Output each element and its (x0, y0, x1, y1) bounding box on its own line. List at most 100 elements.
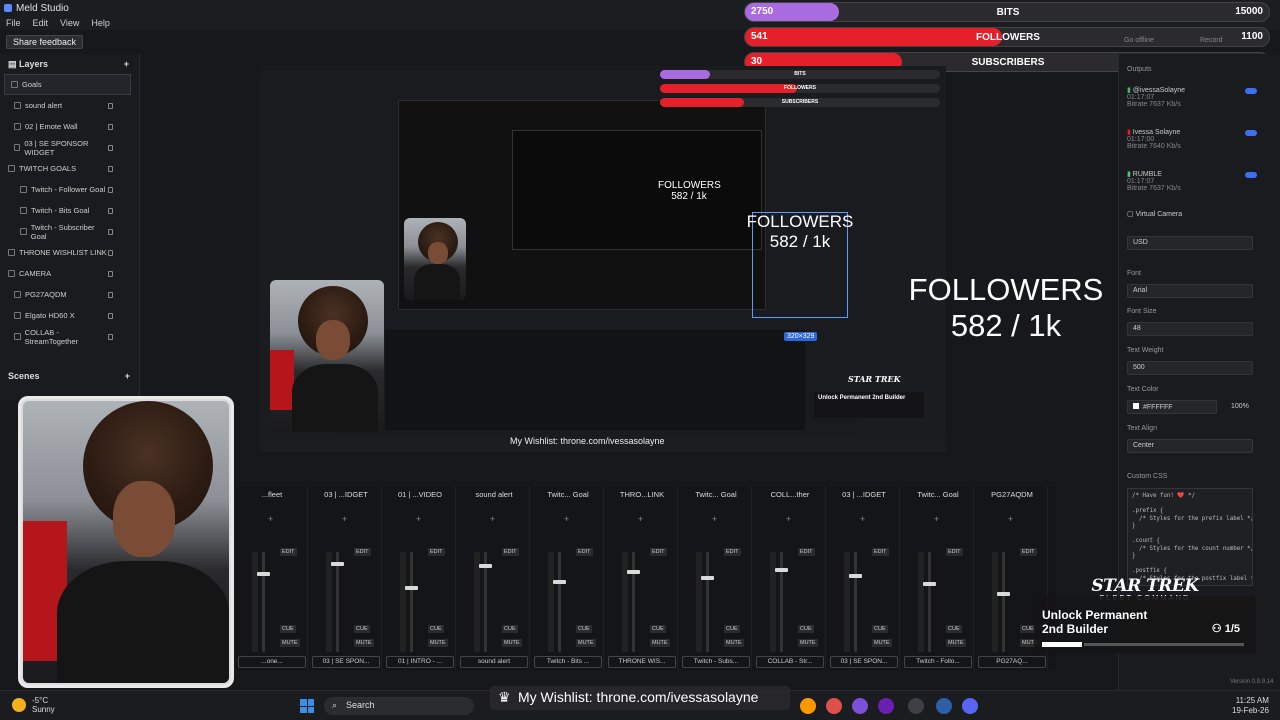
mute-button[interactable]: MUTE (946, 639, 966, 647)
channel-name[interactable]: COLL...ther (754, 490, 826, 499)
channel-name[interactable]: sound alert (458, 490, 530, 499)
menu-edit[interactable]: Edit (33, 18, 49, 28)
add-layer-button[interactable]: + (124, 59, 129, 69)
cue-button[interactable]: CUE (576, 625, 592, 633)
currency-select[interactable]: USD (1127, 236, 1253, 250)
volume-fader[interactable] (1002, 552, 1005, 652)
app-icon-1[interactable] (800, 698, 816, 714)
edit-button[interactable]: EDIT (428, 548, 445, 556)
fader-knob[interactable] (701, 576, 714, 580)
channel-name[interactable]: Twitc... Goal (532, 490, 604, 499)
menu-help[interactable]: Help (91, 18, 110, 28)
channel-source-select[interactable]: ...one... (238, 656, 306, 668)
channel-source-select[interactable]: PG27AQ... (978, 656, 1046, 668)
cue-button[interactable]: CUE (724, 625, 740, 633)
add-filter-button[interactable]: + (638, 514, 643, 524)
custom-css-editor[interactable]: /* Have fun! ❤️ */ .prefix { /* Styles f… (1127, 488, 1253, 586)
mute-button[interactable]: MUTE (502, 639, 522, 647)
share-feedback-button[interactable]: Share feedback (6, 35, 84, 49)
add-filter-button[interactable]: + (490, 514, 495, 524)
channel-name[interactable]: PG27AQDM (976, 490, 1048, 499)
channel-source-select[interactable]: Twitch - Bits ... (534, 656, 602, 668)
lock-icon[interactable] (108, 291, 113, 298)
app-icon-5[interactable] (908, 698, 924, 714)
mute-button[interactable]: MUTE (798, 639, 818, 647)
edit-button[interactable]: EDIT (1020, 548, 1037, 556)
cue-button[interactable]: CUE (428, 625, 444, 633)
channel-source-select[interactable]: 03 | SE SPON... (830, 656, 898, 668)
taskbar-clock[interactable]: 11:25 AM 19-Feb-26 (1232, 696, 1269, 716)
channel-name[interactable]: 03 | ...IDGET (310, 490, 382, 499)
lock-icon[interactable] (108, 312, 113, 319)
channel-name[interactable]: 03 | ...IDGET (828, 490, 900, 499)
channel-name[interactable]: 01 | ...VIDEO (384, 490, 456, 499)
channel-source-select[interactable]: THRONE WIS... (608, 656, 676, 668)
channel-name[interactable]: THRO...LINK (606, 490, 678, 499)
windows-start-icon[interactable] (300, 699, 314, 713)
volume-fader[interactable] (928, 552, 931, 652)
menu-view[interactable]: View (60, 18, 79, 28)
layer-item[interactable]: CAMERA (0, 263, 139, 284)
fader-knob[interactable] (331, 562, 344, 566)
add-filter-button[interactable]: + (712, 514, 717, 524)
fader-knob[interactable] (997, 592, 1010, 596)
go-offline-button[interactable]: Go offline (1124, 37, 1154, 44)
app-icon-2[interactable] (826, 698, 842, 714)
mute-button[interactable]: MUTE (576, 639, 596, 647)
virtual-camera-item[interactable]: ▢ Virtual Camera (1127, 210, 1257, 218)
edit-button[interactable]: EDIT (798, 548, 815, 556)
cue-button[interactable]: CUE (946, 625, 962, 633)
cue-button[interactable]: CUE (354, 625, 370, 633)
cue-button[interactable]: CUE (798, 625, 814, 633)
lock-icon[interactable] (108, 144, 113, 151)
weather-widget[interactable]: -5°C Sunny (12, 696, 55, 714)
mute-button[interactable]: MUTE (650, 639, 670, 647)
cue-button[interactable]: CUE (650, 625, 666, 633)
channel-source-select[interactable]: Twitch - Subs... (682, 656, 750, 668)
layer-item[interactable]: PG27AQDM (0, 284, 139, 305)
lock-icon[interactable] (108, 270, 113, 277)
text-color-input[interactable]: #FFFFFF (1127, 400, 1217, 414)
channel-source-select[interactable]: 01 | INTRO - ... (386, 656, 454, 668)
lock-icon[interactable] (108, 186, 113, 193)
volume-fader[interactable] (558, 552, 561, 652)
layer-item[interactable]: Goals (4, 74, 131, 95)
cue-button[interactable]: CUE (280, 625, 296, 633)
record-button[interactable]: Record (1200, 37, 1223, 44)
fader-knob[interactable] (627, 570, 640, 574)
fader-knob[interactable] (405, 586, 418, 590)
add-filter-button[interactable]: + (1008, 514, 1013, 524)
volume-fader[interactable] (854, 552, 857, 652)
text-align-select[interactable]: Center (1127, 439, 1253, 453)
fader-knob[interactable] (553, 580, 566, 584)
lock-icon[interactable] (108, 333, 113, 340)
layer-item[interactable]: Twitch - Subscriber Goal (0, 221, 139, 242)
output-toggle[interactable] (1245, 172, 1257, 178)
output-youtube[interactable]: ▮ @ivessaSolayne 01:17:07 Bitrate 7637 Kb… (1127, 86, 1257, 108)
output-toggle[interactable] (1245, 130, 1257, 136)
channel-name[interactable]: ...fleet (236, 490, 308, 499)
edit-button[interactable]: EDIT (354, 548, 371, 556)
taskbar-search[interactable]: ⌕ Search (324, 697, 474, 715)
edit-button[interactable]: EDIT (502, 548, 519, 556)
add-scene-button[interactable]: + (125, 371, 130, 381)
lock-icon[interactable] (108, 123, 113, 130)
layer-item[interactable]: 03 | SE SPONSOR WIDGET (0, 137, 139, 158)
channel-source-select[interactable]: sound alert (460, 656, 528, 668)
lock-icon[interactable] (108, 228, 113, 235)
steam-icon[interactable] (936, 698, 952, 714)
mute-button[interactable]: MUTE (724, 639, 744, 647)
font-size-input[interactable]: 48 (1127, 322, 1253, 336)
volume-fader[interactable] (410, 552, 413, 652)
mute-button[interactable]: MUTE (354, 639, 374, 647)
layer-item[interactable]: TWITCH GOALS (0, 158, 139, 179)
opacity-value[interactable]: 100% (1231, 403, 1249, 410)
add-filter-button[interactable]: + (860, 514, 865, 524)
layer-item[interactable]: sound alert (0, 95, 139, 116)
discord-icon[interactable] (962, 698, 978, 714)
channel-name[interactable]: Twitc... Goal (680, 490, 752, 499)
app-icon-3[interactable] (852, 698, 868, 714)
layer-item[interactable]: THRONE WISHLIST LINK (0, 242, 139, 263)
edit-button[interactable]: EDIT (946, 548, 963, 556)
edit-button[interactable]: EDIT (280, 548, 297, 556)
